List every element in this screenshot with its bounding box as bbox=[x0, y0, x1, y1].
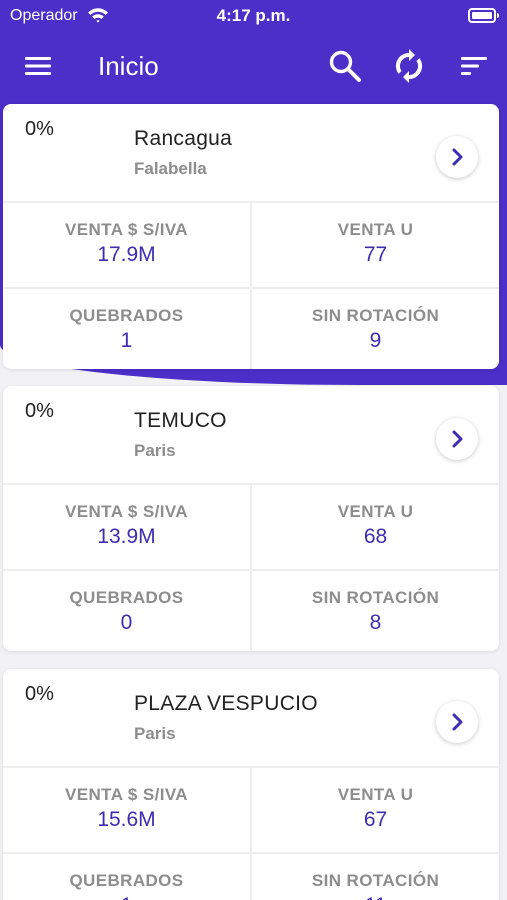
metric-label: VENTA U bbox=[337, 220, 414, 239]
store-chain: Paris bbox=[134, 441, 176, 460]
menu-icon[interactable] bbox=[24, 54, 52, 78]
store-name: TEMUCO bbox=[134, 409, 227, 432]
metric-quebrados: QUEBRADOS 1 bbox=[3, 287, 250, 369]
metric-value: 9 bbox=[369, 329, 382, 352]
metric-label: VENTA $ S/IVA bbox=[65, 220, 188, 239]
open-store-button[interactable] bbox=[436, 418, 478, 460]
metric-label: QUEBRADOS bbox=[69, 588, 184, 607]
metric-value: 0 bbox=[120, 611, 133, 634]
metric-value: 8 bbox=[369, 611, 382, 634]
metrics-grid: VENTA $ S/IVA 15.6M VENTA U 67 QUEBRADOS… bbox=[3, 766, 499, 900]
metric-label: SIN ROTACIÓN bbox=[311, 871, 440, 890]
status-bar: Operador 4:17 p.m. bbox=[0, 0, 507, 34]
store-card: 0% PLAZA VESPUCIO Paris VENTA $ S/IVA 15… bbox=[3, 669, 499, 900]
chevron-right-icon bbox=[452, 430, 463, 448]
metric-label: VENTA $ S/IVA bbox=[65, 502, 188, 521]
metric-value: 1 bbox=[3, 894, 250, 900]
open-store-button[interactable] bbox=[436, 136, 478, 178]
store-percent: 0% bbox=[25, 118, 54, 140]
store-card: 0% Rancagua Falabella VENTA $ S/IVA 17.9… bbox=[3, 104, 499, 369]
metric-sin-rotacion: SIN ROTACIÓN 11 bbox=[252, 852, 499, 900]
metric-value: 67 bbox=[363, 808, 388, 831]
store-percent: 0% bbox=[25, 400, 54, 422]
open-store-button[interactable] bbox=[436, 701, 478, 743]
store-name: Rancagua bbox=[134, 127, 233, 150]
metric-label: SIN ROTACIÓN bbox=[311, 588, 440, 607]
metric-venta: VENTA $ S/IVA 17.9M bbox=[3, 203, 250, 286]
metrics-grid: VENTA $ S/IVA 17.9M VENTA U 77 QUEBRADOS… bbox=[3, 201, 499, 369]
metric-value: 1 bbox=[120, 329, 133, 352]
page-title: Inicio bbox=[98, 51, 159, 81]
metric-label: SIN ROTACIÓN bbox=[311, 306, 440, 325]
metric-venta-u: VENTA U 77 bbox=[252, 203, 499, 286]
metric-value: 11 bbox=[252, 894, 499, 900]
store-name: PLAZA VESPUCIO bbox=[134, 692, 318, 715]
metric-quebrados: QUEBRADOS 0 bbox=[3, 569, 250, 651]
metric-venta: VENTA $ S/IVA 13.9M bbox=[3, 485, 250, 568]
store-chain: Paris bbox=[134, 724, 176, 743]
metric-value: 77 bbox=[363, 243, 388, 266]
metric-value: 15.6M bbox=[97, 808, 156, 831]
metric-label: VENTA $ S/IVA bbox=[65, 785, 188, 804]
metric-value: 17.9M bbox=[97, 243, 156, 266]
metric-sin-rotacion: SIN ROTACIÓN 9 bbox=[252, 287, 499, 369]
store-card: 0% TEMUCO Paris VENTA $ S/IVA 13.9M VENT… bbox=[3, 386, 499, 651]
sync-icon[interactable] bbox=[391, 48, 427, 84]
metric-value: 68 bbox=[363, 525, 388, 548]
metric-sin-rotacion: SIN ROTACIÓN 8 bbox=[252, 569, 499, 651]
chevron-right-icon bbox=[452, 148, 463, 166]
metric-label: VENTA U bbox=[337, 502, 414, 521]
metric-venta: VENTA $ S/IVA 15.6M bbox=[3, 768, 250, 851]
metric-label: QUEBRADOS bbox=[69, 871, 184, 890]
metric-venta-u: VENTA U 67 bbox=[252, 768, 499, 851]
clock: 4:17 p.m. bbox=[216, 6, 291, 25]
battery-icon bbox=[468, 8, 499, 23]
metric-quebrados: QUEBRADOS 1 bbox=[3, 852, 250, 900]
metric-venta-u: VENTA U 68 bbox=[252, 485, 499, 568]
store-percent: 0% bbox=[25, 683, 54, 705]
store-chain: Falabella bbox=[134, 159, 207, 178]
app-bar: Inicio bbox=[0, 34, 507, 100]
chevron-right-icon bbox=[452, 713, 463, 731]
metric-label: QUEBRADOS bbox=[69, 306, 184, 325]
metrics-grid: VENTA $ S/IVA 13.9M VENTA U 68 QUEBRADOS… bbox=[3, 483, 499, 651]
metric-label: VENTA U bbox=[337, 785, 414, 804]
metric-value: 13.9M bbox=[97, 525, 156, 548]
sort-icon[interactable] bbox=[456, 48, 492, 84]
search-icon[interactable] bbox=[327, 48, 363, 84]
